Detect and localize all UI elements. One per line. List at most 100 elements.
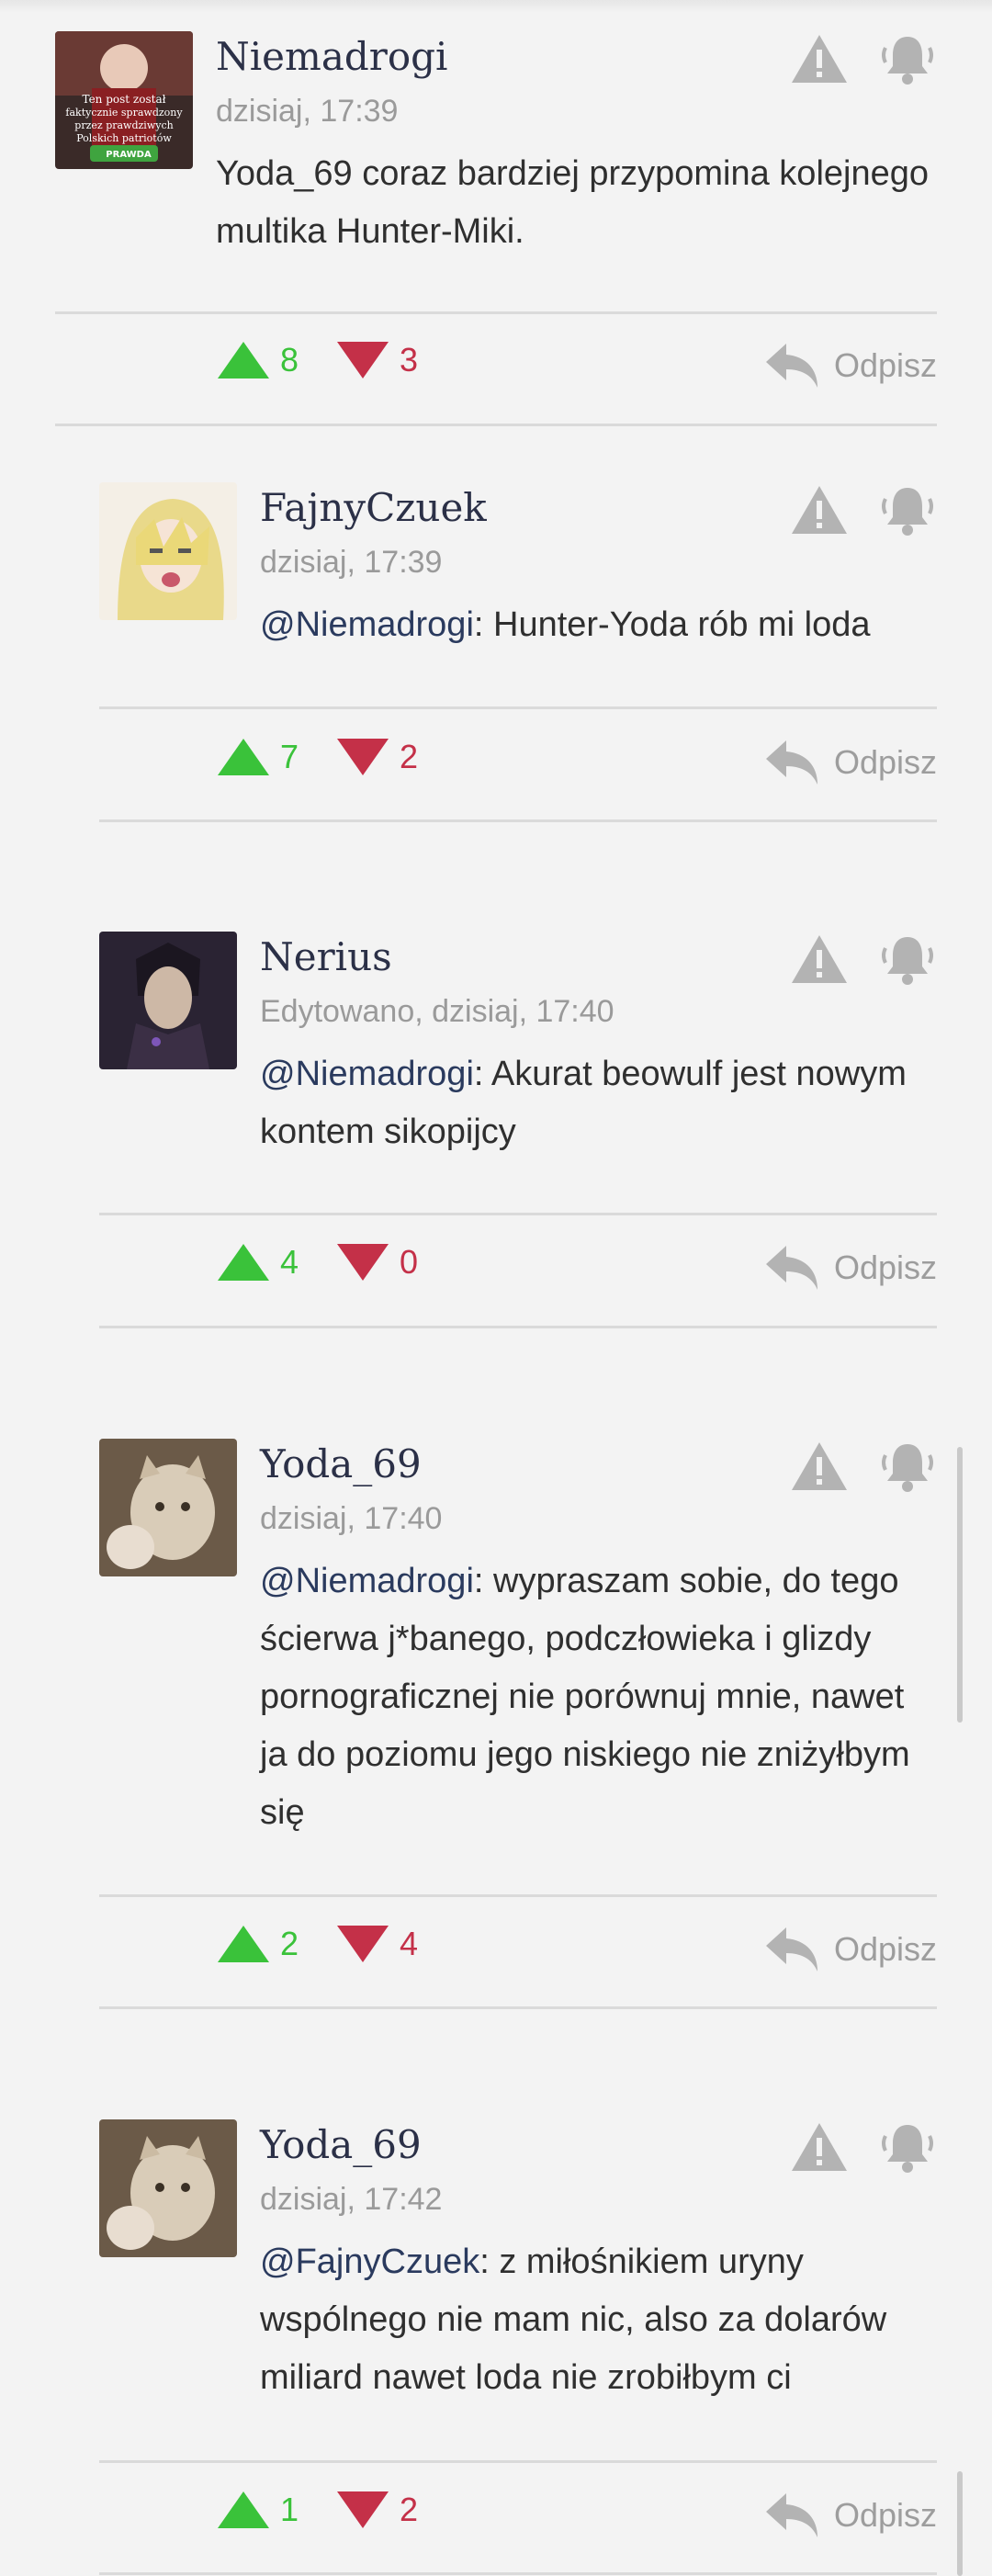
bell-icon[interactable]: [878, 482, 937, 537]
upvote-count: 8: [280, 341, 299, 378]
scrollbar-end[interactable]: [957, 2471, 963, 2576]
triangle-down-icon: [337, 739, 389, 775]
comment-mention[interactable]: @FajnyCzuek: [260, 2243, 479, 2281]
avatar[interactable]: [99, 1439, 237, 1576]
comment-author[interactable]: Yoda_69: [260, 1439, 422, 1490]
upvote-button[interactable]: 7: [216, 737, 299, 777]
downvote-button[interactable]: 0: [335, 1242, 418, 1282]
divider: [55, 424, 937, 426]
comment-yoda69-2: Yoda_69 dzisiaj, 17:42 @FajnyCzuek: z mi…: [99, 2119, 937, 2576]
avatar-badge: PRAWDA: [106, 150, 152, 160]
triangle-up-icon: [218, 1244, 269, 1281]
divider: [99, 1894, 937, 1897]
triangle-down-icon: [337, 2491, 389, 2528]
reply-button[interactable]: Odpisz: [764, 1242, 937, 1294]
comment-actions: [790, 31, 937, 86]
reply-button[interactable]: Odpisz: [764, 2490, 937, 2541]
comment-author[interactable]: Yoda_69: [260, 2119, 422, 2171]
comment-actions: [790, 1439, 937, 1494]
bell-icon[interactable]: [878, 1439, 937, 1494]
downvote-button[interactable]: 2: [335, 2490, 418, 2530]
comment-yoda69-1: Yoda_69 dzisiaj, 17:40 @Niemadrogi: wypr…: [99, 1439, 937, 2010]
upvote-count: 2: [280, 1925, 299, 1962]
vote-row: 4 0 Odpisz: [99, 1242, 937, 1297]
avatar-caption-3: przez prawdziwych: [74, 119, 173, 131]
vote-row: 1 2 Odpisz: [99, 2490, 937, 2545]
divider: [99, 1326, 937, 1328]
downvote-button[interactable]: 4: [335, 1924, 418, 1964]
vote-row: 7 2 Odpisz: [99, 737, 937, 792]
reply-arrow-icon: [765, 740, 817, 785]
warning-icon[interactable]: [790, 482, 849, 537]
comment-author[interactable]: Nerius: [260, 932, 392, 983]
reply-label: Odpisz: [833, 1930, 937, 1968]
downvote-count: 2: [400, 738, 419, 775]
avatar-caption-4: Polskich patriotów: [76, 132, 172, 144]
comment-content: : wypraszam sobie, do tego ścierwa j*ban…: [260, 1562, 910, 1832]
comment-timestamp: dzisiaj, 17:42: [260, 2182, 443, 2217]
comment-timestamp: dzisiaj, 17:39: [216, 94, 399, 129]
downvote-button[interactable]: 3: [335, 340, 418, 380]
comment-author[interactable]: FajnyCzuek: [260, 482, 487, 534]
upvote-button[interactable]: 8: [216, 340, 299, 380]
upvote-button[interactable]: 4: [216, 1242, 299, 1282]
warning-icon[interactable]: [790, 2119, 849, 2175]
comment-text: @Niemadrogi: wypraszam sobie, do tego śc…: [260, 1553, 937, 1842]
comment-mention[interactable]: @Niemadrogi: [260, 1562, 474, 1600]
comment-nerius: Nerius Edytowano, dzisiaj, 17:40 @Niemad…: [99, 932, 937, 1328]
divider: [99, 819, 937, 822]
triangle-down-icon: [337, 1244, 389, 1281]
avatar[interactable]: [99, 2119, 237, 2257]
reply-label: Odpisz: [833, 2496, 937, 2534]
warning-icon[interactable]: [790, 1439, 849, 1494]
vote-row: 8 3 Odpisz: [55, 340, 937, 395]
comment-content: Yoda_69 coraz bardziej przypomina kolejn…: [216, 154, 929, 251]
divider: [99, 2572, 937, 2575]
triangle-down-icon: [337, 342, 389, 378]
comment-actions: [790, 482, 937, 537]
divider: [99, 2006, 937, 2009]
avatar[interactable]: Ten post został faktycznie sprawdzony pr…: [55, 31, 193, 169]
upvote-button[interactable]: 1: [216, 2490, 299, 2530]
avatar[interactable]: [99, 482, 237, 620]
bell-icon[interactable]: [878, 2119, 937, 2175]
avatar[interactable]: [99, 932, 237, 1069]
top-shadow: [0, 0, 992, 13]
downvote-count: 3: [400, 341, 419, 378]
downvote-button[interactable]: 2: [335, 737, 418, 777]
reply-button[interactable]: Odpisz: [764, 737, 937, 788]
triangle-up-icon: [218, 739, 269, 775]
comment-text: @Niemadrogi: Akurat beowulf jest nowym k…: [260, 1045, 937, 1161]
warning-icon[interactable]: [790, 31, 849, 86]
comment-fajnyczuek: FajnyCzuek dzisiaj, 17:39 @Niemadrogi: H…: [99, 482, 937, 822]
comment-text: @FajnyCzuek: z miłośnikiem uryny wspólne…: [260, 2233, 937, 2407]
warning-icon[interactable]: [790, 932, 849, 987]
divider: [99, 2460, 937, 2463]
comment-text: Yoda_69 coraz bardziej przypomina kolejn…: [216, 145, 937, 261]
triangle-up-icon: [218, 1926, 269, 1962]
comment-timestamp: dzisiaj, 17:39: [260, 545, 443, 580]
divider: [99, 1213, 937, 1215]
avatar-caption-2: faktycznie sprawdzony: [65, 107, 183, 119]
comment-actions: [790, 2119, 937, 2175]
reply-arrow-icon: [765, 1246, 817, 1290]
downvote-count: 0: [400, 1243, 419, 1281]
downvote-count: 4: [400, 1925, 419, 1962]
triangle-up-icon: [218, 342, 269, 378]
comment-mention[interactable]: @Niemadrogi: [260, 1055, 474, 1093]
upvote-button[interactable]: 2: [216, 1924, 299, 1964]
comment-mention[interactable]: @Niemadrogi: [260, 605, 474, 644]
scrollbar[interactable]: [957, 1447, 963, 1723]
reply-button[interactable]: Odpisz: [764, 1924, 937, 1975]
comment-niemadrogi: Ten post został faktycznie sprawdzony pr…: [55, 31, 937, 426]
reply-button[interactable]: Odpisz: [764, 340, 937, 391]
divider: [99, 706, 937, 709]
bell-icon[interactable]: [878, 31, 937, 86]
bell-icon[interactable]: [878, 932, 937, 987]
upvote-count: 1: [280, 2491, 299, 2528]
downvote-count: 2: [400, 2491, 419, 2528]
triangle-up-icon: [218, 2491, 269, 2528]
comment-content: : Hunter-Yoda rób mi loda: [473, 605, 871, 644]
comment-text: @Niemadrogi: Hunter-Yoda rób mi loda: [260, 596, 937, 654]
comment-author[interactable]: Niemadrogi: [216, 31, 447, 83]
